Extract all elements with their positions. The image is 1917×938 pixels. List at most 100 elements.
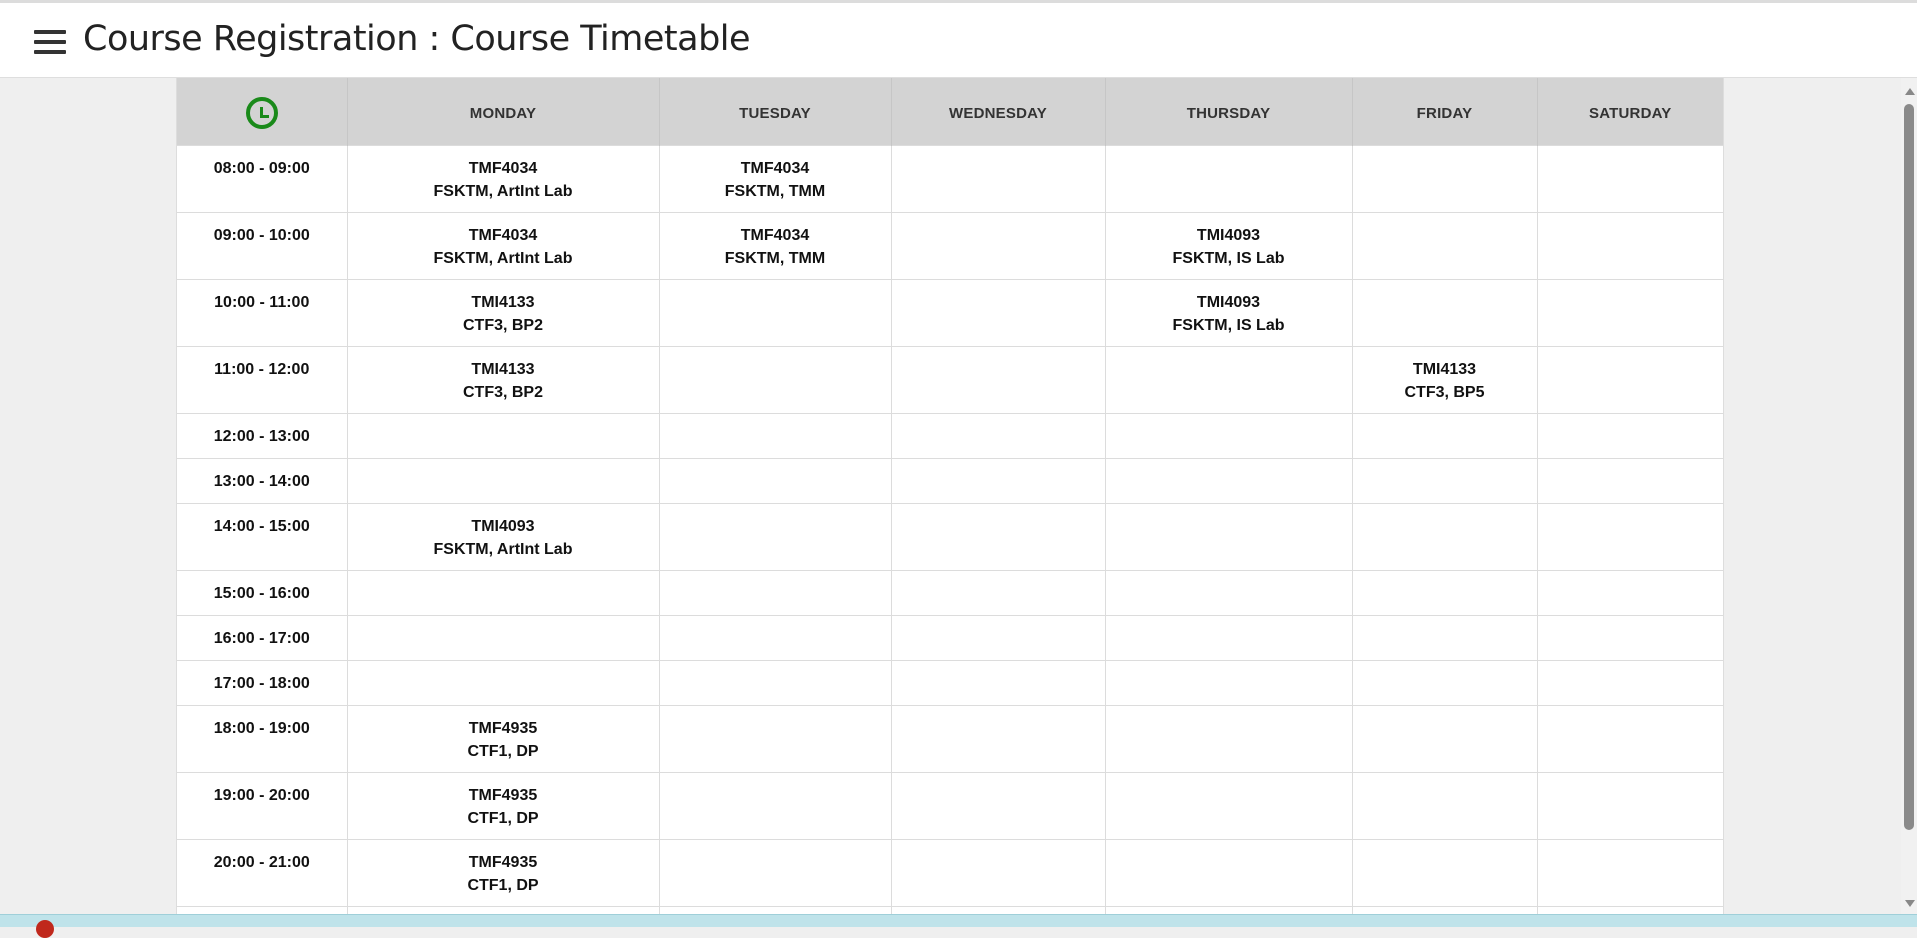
time-slot-label: 17:00 - 18:00 <box>177 660 347 706</box>
timetable-cell-saturday <box>1536 705 1723 773</box>
day-header-tuesday: TUESDAY <box>658 78 891 146</box>
course-timetable: MONDAY TUESDAY WEDNESDAY THURSDAY FRIDAY… <box>177 78 1723 914</box>
course-code: TMF4034 <box>468 227 538 244</box>
timetable-cell-wednesday <box>890 906 1105 914</box>
course-venue: CTF3, BP2 <box>462 317 543 334</box>
timetable-cell-friday <box>1351 705 1537 773</box>
timetable-cell-tuesday <box>658 458 891 504</box>
error-alert-icon[interactable] <box>36 920 54 938</box>
timetable-row: 18:00 - 19:00 TMF4935 CTF1, DP <box>177 705 1723 773</box>
scrollbar-thumb[interactable] <box>1904 104 1914 830</box>
timetable-cell-monday: TMF4034 FSKTM, ArtInt Lab <box>346 212 659 280</box>
timetable-row: 20:00 - 21:00 TMF4935 CTF1, DP <box>177 839 1723 907</box>
course-code: TMF4034 <box>740 227 810 244</box>
timetable-cell-monday: TMF4935 CTF1, DP <box>346 772 659 840</box>
time-slot-label: 16:00 - 17:00 <box>177 615 347 661</box>
scroll-down-arrow-icon[interactable] <box>1905 900 1915 907</box>
timetable-cell-thursday <box>1104 145 1352 213</box>
timetable-cell-tuesday <box>658 660 891 706</box>
timetable-cell-saturday <box>1536 660 1723 706</box>
timetable-cell-saturday <box>1536 145 1723 213</box>
timetable-cell-saturday <box>1536 615 1723 661</box>
hamburger-menu-icon[interactable] <box>34 30 66 56</box>
time-slot-label: 14:00 - 15:00 <box>177 503 347 571</box>
timetable-cell-thursday <box>1104 503 1352 571</box>
course-venue: CTF1, DP <box>467 810 539 827</box>
course-code: TMF4034 <box>468 160 538 177</box>
timetable-cell-thursday <box>1104 772 1352 840</box>
time-slot-label: 09:00 - 10:00 <box>177 212 347 280</box>
course-code: TMI4133 <box>471 361 535 378</box>
timetable-cell-tuesday <box>658 615 891 661</box>
time-slot-label <box>177 906 347 914</box>
timetable-row: 08:00 - 09:00 TMF4034 FSKTM, ArtInt Lab TMF… <box>177 145 1723 213</box>
timetable-row: 15:00 - 16:00 <box>177 570 1723 616</box>
timetable-cell-thursday <box>1104 906 1352 914</box>
day-header-saturday: SATURDAY <box>1536 78 1723 146</box>
timetable-cell-monday: TMI4133 CTF3, BP2 <box>346 346 659 414</box>
clock-icon <box>245 97 278 129</box>
timetable-cell-tuesday <box>658 413 891 459</box>
timetable-cell-monday: TMI4093 FSKTM, ArtInt Lab <box>346 503 659 571</box>
timetable-cell-tuesday: TMF4034 FSKTM, TMM <box>658 212 891 280</box>
timetable-cell-tuesday <box>658 839 891 907</box>
course-code: TMI4133 <box>471 294 535 311</box>
timetable-header-row: MONDAY TUESDAY WEDNESDAY THURSDAY FRIDAY… <box>177 78 1723 146</box>
timetable-cell-monday <box>346 458 659 504</box>
timetable-cell-monday <box>346 906 659 914</box>
course-venue: FSKTM, IS Lab <box>1172 250 1285 267</box>
timetable-cell-thursday: TMI4093 FSKTM, IS Lab <box>1104 212 1352 280</box>
timetable-cell-tuesday <box>658 772 891 840</box>
timetable-cell-wednesday <box>890 660 1105 706</box>
timetable-cell-wednesday <box>890 570 1105 616</box>
timetable-cell-wednesday <box>890 839 1105 907</box>
time-slot-label: 18:00 - 19:00 <box>177 705 347 773</box>
timetable-cell-monday: TMI4133 CTF3, BP2 <box>346 279 659 347</box>
timetable-cell-wednesday <box>890 346 1105 414</box>
day-header-friday: FRIDAY <box>1351 78 1537 146</box>
timetable-cell-wednesday <box>890 145 1105 213</box>
timetable-row: 12:00 - 13:00 <box>177 413 1723 459</box>
course-code: TMI4133 <box>1412 361 1477 378</box>
timetable-cell-wednesday <box>890 615 1105 661</box>
scroll-up-arrow-icon[interactable] <box>1905 88 1915 95</box>
time-slot-label: 13:00 - 14:00 <box>177 458 347 504</box>
timetable-cell-saturday <box>1536 839 1723 907</box>
course-venue: FSKTM, IS Lab <box>1172 317 1285 334</box>
timetable-cell-wednesday <box>890 503 1105 571</box>
course-code: TMF4935 <box>468 720 538 737</box>
course-venue: FSKTM, ArtInt Lab <box>433 183 573 200</box>
timetable-cell-friday <box>1351 458 1537 504</box>
timetable-cell-saturday <box>1536 570 1723 616</box>
time-slot-label: 15:00 - 16:00 <box>177 570 347 616</box>
timetable-row: 16:00 - 17:00 <box>177 615 1723 661</box>
timetable-cell-wednesday <box>890 772 1105 840</box>
course-venue: FSKTM, TMM <box>724 183 826 200</box>
time-column-header <box>177 78 347 146</box>
timetable-cell-friday <box>1351 772 1537 840</box>
notification-bar <box>0 914 1917 938</box>
time-slot-label: 12:00 - 13:00 <box>177 413 347 459</box>
time-slot-label: 19:00 - 20:00 <box>177 772 347 840</box>
time-slot-label: 20:00 - 21:00 <box>177 839 347 907</box>
timetable-cell-friday <box>1351 413 1537 459</box>
timetable-cell-monday <box>346 570 659 616</box>
timetable-cell-friday <box>1351 145 1537 213</box>
timetable-row: 14:00 - 15:00 TMI4093 FSKTM, ArtInt Lab <box>177 503 1723 571</box>
timetable-cell-wednesday <box>890 279 1105 347</box>
timetable-cell-saturday <box>1536 906 1723 914</box>
timetable-cell-monday <box>346 615 659 661</box>
timetable-cell-monday: TMF4935 CTF1, DP <box>346 839 659 907</box>
course-venue: CTF1, DP <box>467 743 539 760</box>
page-header: Course Registration : Course Timetable <box>0 3 1917 78</box>
timetable-cell-saturday <box>1536 458 1723 504</box>
timetable-cell-friday <box>1351 906 1537 914</box>
timetable-cell-friday <box>1351 615 1537 661</box>
vertical-scrollbar[interactable] <box>1901 78 1917 914</box>
course-venue: FSKTM, ArtInt Lab <box>433 541 573 558</box>
time-slot-label: 10:00 - 11:00 <box>177 279 347 347</box>
timetable-cell-thursday <box>1104 346 1352 414</box>
timetable-cell-thursday <box>1104 705 1352 773</box>
timetable-cell-thursday: TMI4093 FSKTM, IS Lab <box>1104 279 1352 347</box>
timetable-cell-saturday <box>1536 503 1723 571</box>
